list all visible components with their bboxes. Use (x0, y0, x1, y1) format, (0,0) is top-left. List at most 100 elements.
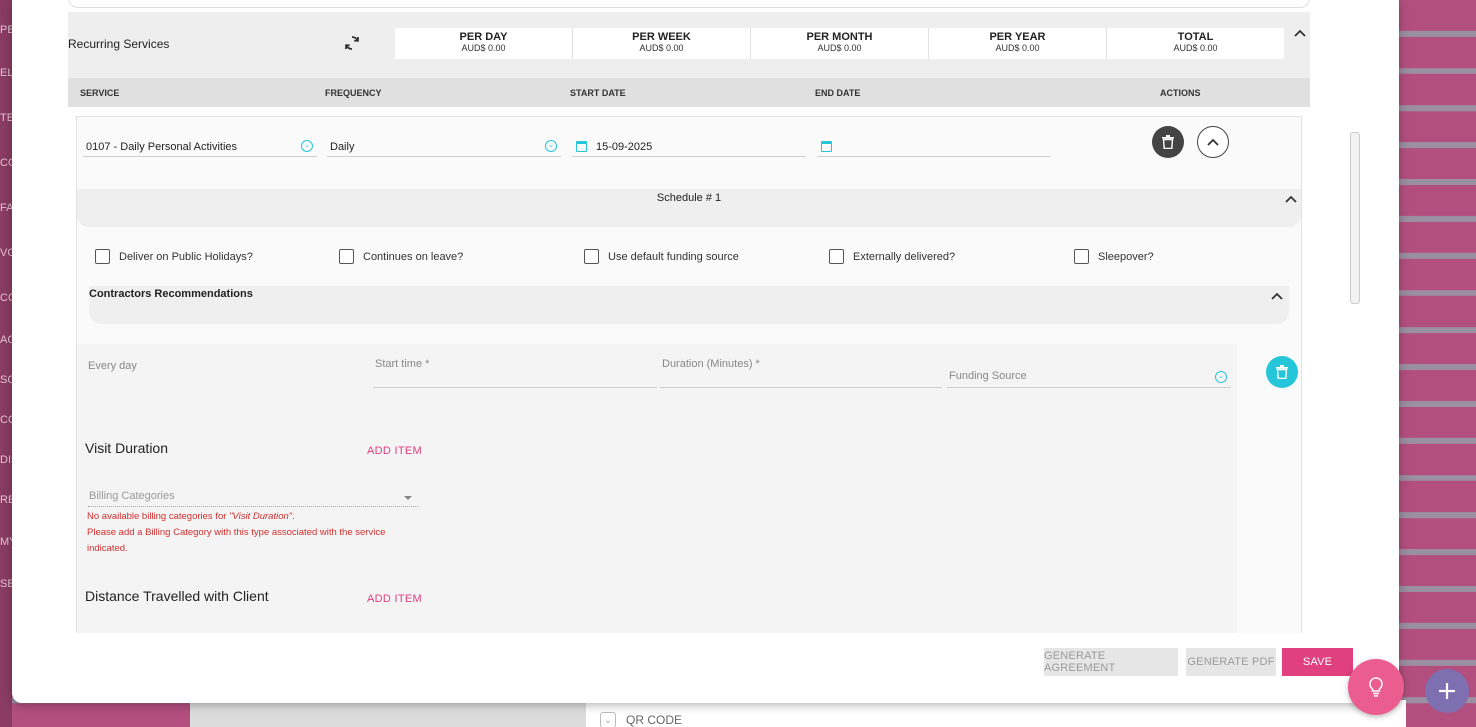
background-panel (586, 700, 1406, 727)
billing-error-text: No available billing categories for (87, 511, 230, 522)
chevron-down-icon: ⌄ (545, 140, 557, 152)
services-table-header: SERVICE FREQUENCY START DATE END DATE AC… (68, 78, 1310, 107)
contractors-recommendations-panel[interactable]: Contractors Recommendations (89, 286, 1289, 324)
service-agreement-modal: Recurring Services PER DAY AUD$ 0.00 PER… (12, 0, 1399, 703)
distance-add-item[interactable]: ADD ITEM (367, 593, 422, 605)
checkbox-continues-on-leave[interactable]: Continues on leave? (339, 249, 463, 264)
qr-code-label: QR CODE (626, 713, 683, 727)
visit-duration-title: Visit Duration (85, 440, 169, 456)
save-button[interactable]: SAVE (1282, 648, 1353, 676)
end-date-field[interactable] (817, 117, 1051, 157)
checkbox-default-funding[interactable]: Use default funding source (584, 249, 739, 264)
modal-scroll-area[interactable]: Recurring Services PER DAY AUD$ 0.00 PER… (12, 0, 1352, 633)
funding-source-placeholder: Funding Source (949, 370, 1027, 382)
checkbox-label: Deliver on Public Holidays? (119, 250, 253, 263)
background-sidebar: PE EL TE CO FA VO CO AC SC CO DIS RE MY … (0, 0, 12, 727)
total-value: AUD$ 0.00 (639, 43, 684, 53)
checkbox-label: Use default funding source (608, 250, 739, 263)
recurring-services-title: Recurring Services (68, 37, 170, 51)
chevron-up-icon[interactable] (1285, 195, 1297, 203)
chevron-down-icon: ⌄ (600, 712, 616, 727)
contractors-title: Contractors Recommendations (89, 288, 253, 300)
total-value: AUD$ 0.00 (817, 43, 862, 53)
refresh-icon[interactable] (343, 34, 361, 52)
bg-sidebar-text: CO (0, 414, 12, 426)
service-value: 0107 - Daily Personal Activities (86, 141, 238, 153)
checkbox[interactable] (829, 249, 844, 264)
checkbox-sleepover[interactable]: Sleepover? (1074, 249, 1154, 264)
bg-sidebar-text: PE (0, 24, 12, 36)
background-panel (190, 700, 590, 727)
checkbox[interactable] (339, 249, 354, 264)
chevron-down-icon: ⌄ (1215, 371, 1227, 383)
total-value: AUD$ 0.00 (995, 43, 1040, 53)
billing-error-line-3: indicated. (87, 543, 128, 554)
funding-source-select[interactable]: Funding Source ⌄ (947, 350, 1231, 388)
checkbox-label: Sleepover? (1098, 250, 1154, 263)
delete-service-button[interactable] (1152, 126, 1184, 158)
calendar-icon (576, 141, 587, 152)
billing-error-category: "Visit Duration" (229, 511, 293, 522)
trash-icon (1276, 365, 1288, 379)
plus-icon (1439, 683, 1455, 699)
bg-sidebar-text: CO (0, 292, 12, 304)
delete-schedule-entry-button[interactable] (1266, 356, 1298, 388)
bg-sidebar-text: SC (0, 374, 12, 386)
checkbox-externally-delivered[interactable]: Externally delivered? (829, 249, 955, 264)
checkbox-public-holidays[interactable]: Deliver on Public Holidays? (95, 249, 253, 264)
totals-row: PER DAY AUD$ 0.00 PER WEEK AUD$ 0.00 PER… (395, 28, 1284, 59)
bg-sidebar-text: TE (0, 112, 12, 124)
total-value: AUD$ 0.00 (1173, 43, 1218, 53)
schedule-entry: Every day Start time * Duration (Minutes… (77, 344, 1237, 633)
ideas-fab-button[interactable] (1348, 659, 1404, 715)
total-per-week: PER WEEK AUD$ 0.00 (573, 28, 751, 59)
bg-sidebar-text: MY (0, 536, 12, 548)
chevron-up-icon (1207, 138, 1219, 146)
caret-down-icon (404, 496, 412, 500)
total-label: PER WEEK (632, 31, 691, 43)
column-frequency: FREQUENCY (325, 88, 382, 98)
generate-pdf-button[interactable]: GENERATE PDF (1186, 648, 1276, 676)
duration-input[interactable]: Duration (Minutes) * (660, 350, 942, 388)
bg-sidebar-text: CO (0, 157, 12, 169)
lightbulb-icon (1369, 677, 1383, 697)
scrollbar[interactable] (1350, 132, 1360, 304)
collapse-service-button[interactable] (1197, 126, 1229, 158)
qr-code-option[interactable]: ⌄ QR CODE (600, 712, 682, 727)
calendar-icon (821, 141, 832, 152)
total-per-day: PER DAY AUD$ 0.00 (395, 28, 573, 59)
checkbox-label: Externally delivered? (853, 250, 956, 263)
visit-duration-add-item[interactable]: ADD ITEM (367, 445, 422, 457)
billing-error-line-1: No available billing categories for "Vis… (87, 509, 295, 525)
bg-sidebar-text: AC (0, 334, 12, 346)
total-per-year: PER YEAR AUD$ 0.00 (929, 28, 1107, 59)
checkbox[interactable] (95, 249, 110, 264)
chevron-down-icon: ⌄ (301, 140, 313, 152)
checkbox[interactable] (584, 249, 599, 264)
frequency-select[interactable]: Daily ⌄ (327, 117, 561, 157)
chevron-up-icon[interactable] (1294, 29, 1306, 37)
bg-sidebar-text: DIS (0, 454, 12, 466)
bg-sidebar-text: VO (0, 247, 12, 259)
recurring-services-summary: Recurring Services PER DAY AUD$ 0.00 PER… (68, 12, 1310, 78)
billing-categories-select[interactable]: Billing Categories (88, 487, 418, 507)
start-time-input[interactable]: Start time * (373, 350, 657, 388)
previous-section-card (68, 0, 1310, 8)
schedule-header[interactable]: Schedule # 1 (77, 189, 1301, 227)
add-fab-button[interactable] (1425, 669, 1469, 713)
total-label: TOTAL (1177, 31, 1214, 43)
generate-agreement-button[interactable]: GENERATE AGREEMENT (1044, 648, 1178, 676)
checkbox[interactable] (1074, 249, 1089, 264)
total-label: PER DAY (459, 31, 508, 43)
total-overall: TOTAL AUD$ 0.00 (1107, 28, 1284, 59)
column-service: SERVICE (80, 88, 120, 98)
chevron-up-icon[interactable] (1271, 292, 1283, 300)
service-select[interactable]: 0107 - Daily Personal Activities ⌄ (83, 117, 317, 157)
column-end-date: END DATE (815, 88, 861, 98)
total-value: AUD$ 0.00 (461, 43, 506, 53)
start-date-field[interactable]: 15-09-2025 (572, 117, 806, 157)
total-label: PER YEAR (989, 31, 1046, 43)
schedule-title: Schedule # 1 (656, 192, 722, 204)
column-actions: ACTIONS (1160, 88, 1201, 98)
start-time-placeholder: Start time * (375, 358, 430, 370)
